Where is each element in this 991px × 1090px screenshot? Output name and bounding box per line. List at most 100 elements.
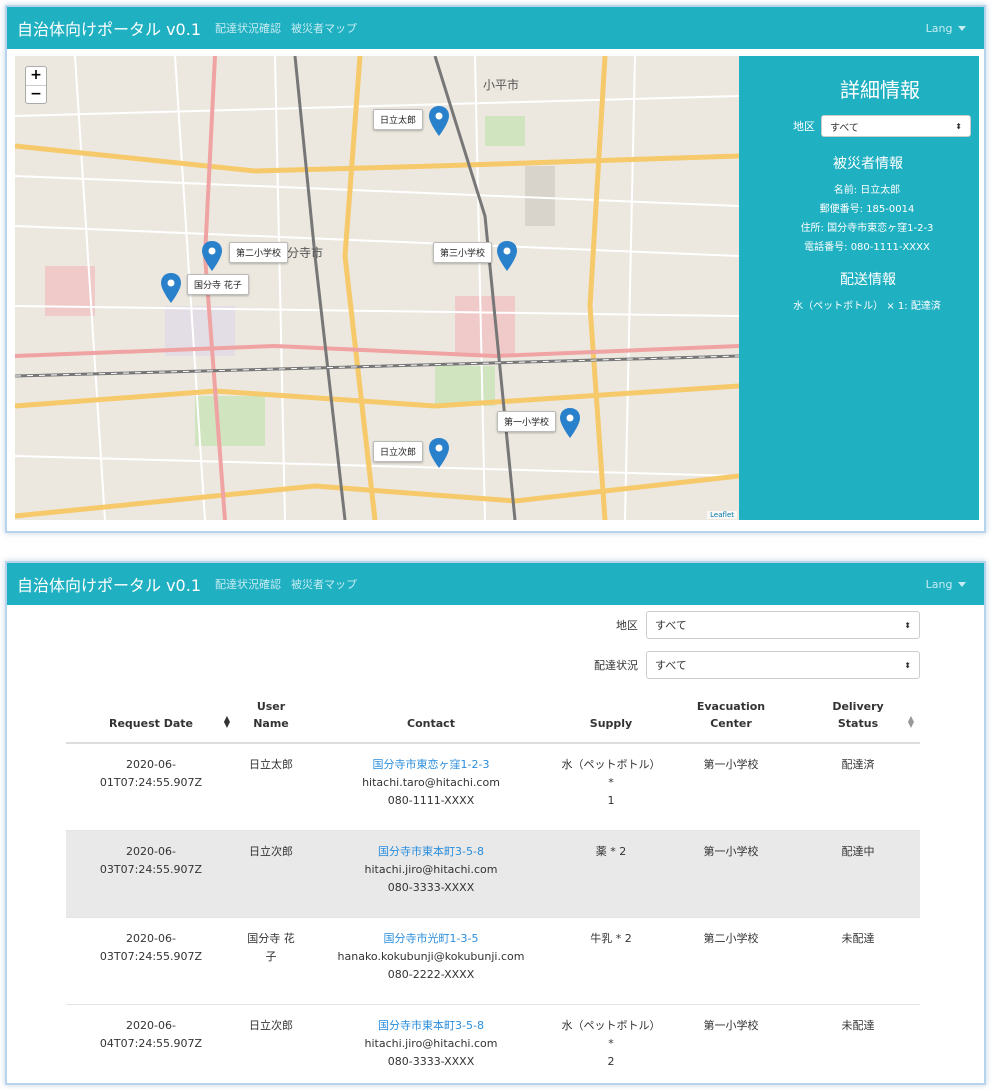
table-row[interactable]: 2020-06- 04T07:24:55.907Z 日立次郎 国分寺市東本町3-5… bbox=[66, 1003, 920, 1083]
cell-supply: 牛乳 * 2 bbox=[556, 916, 666, 1004]
victim-info-heading: 被災者情報 bbox=[833, 156, 903, 172]
sort-desc-icon[interactable]: ▲ ▼ bbox=[224, 715, 230, 729]
status-filter-select[interactable]: すべて ⬍ bbox=[646, 651, 920, 679]
col-request-date-label: Request Date bbox=[108, 717, 193, 730]
cell-supply: 水（ペットボトル） * 1 bbox=[556, 742, 666, 830]
email: hitachi.taro@hitachi.com bbox=[362, 776, 500, 789]
marker-label-jiro: 日立次郎 bbox=[373, 441, 424, 462]
cell-delivery-status: 配達済 bbox=[796, 742, 920, 830]
cell-evacuation-center: 第一小学校 bbox=[666, 829, 796, 917]
detail-district-row: 地区 すべて ⬍ bbox=[739, 115, 979, 137]
filter-panel: 地区 すべて ⬍ 配達状況 すべて ⬍ bbox=[594, 611, 920, 691]
supply-line-1: 牛乳 * 2 bbox=[590, 931, 632, 945]
cell-supply: 薬 * 2 bbox=[556, 829, 666, 917]
cell-request-date: 2020-06- 04T07:24:55.907Z bbox=[66, 1003, 236, 1083]
map-attribution-link[interactable]: Leaflet bbox=[707, 511, 737, 519]
detail-district-label: 地区 bbox=[793, 120, 815, 133]
nav-victim-map[interactable]: 被災者マップ bbox=[291, 576, 357, 592]
sort-icon[interactable]: ▲ ▼ bbox=[908, 715, 914, 729]
table-header-row: Request Date ▲ ▼ User Name Contact Supply… bbox=[66, 694, 920, 744]
user-name-part-2: 子 bbox=[265, 949, 277, 963]
map-pin-icon[interactable] bbox=[429, 438, 449, 468]
lang-label: Lang bbox=[925, 21, 953, 35]
lang-label: Lang bbox=[925, 577, 953, 591]
victim-phone: 電話番号: 080-1111-XXXX bbox=[804, 242, 930, 253]
victim-postal: 郵便番号: 185-0014 bbox=[819, 204, 915, 215]
col-delivery-status[interactable]: Delivery Status ▲ ▼ bbox=[796, 694, 920, 744]
address-link[interactable]: 国分寺市東本町3-5-8 bbox=[378, 1019, 484, 1032]
navbar: 自治体向けポータル v0.1 配達状況確認 被災者マップ Lang bbox=[7, 7, 984, 49]
district-filter-select[interactable]: すべて ⬍ bbox=[646, 611, 920, 639]
table-row[interactable]: 2020-06- 03T07:24:55.907Z 国分寺 花子 国分寺市光町1-… bbox=[66, 916, 920, 1004]
phone: 080-1111-XXXX bbox=[387, 794, 475, 807]
status-filter-label: 配達状況 bbox=[594, 659, 638, 672]
zoom-in-button[interactable]: + bbox=[26, 67, 46, 85]
map-pin-icon[interactable] bbox=[202, 241, 222, 271]
map-pin-icon[interactable] bbox=[161, 273, 181, 303]
address-link[interactable]: 国分寺市東本町3-5-8 bbox=[378, 845, 484, 858]
supply-line-2: 1 bbox=[607, 794, 615, 807]
cell-delivery-status: 未配達 bbox=[796, 1003, 920, 1083]
supply-line-2: 2 bbox=[607, 1054, 615, 1068]
table-row[interactable]: 2020-06- 03T07:24:55.907Z 日立次郎 国分寺市東本町3-5… bbox=[66, 829, 920, 917]
cell-request-date: 2020-06- 01T07:24:55.907Z bbox=[66, 742, 236, 830]
caret-down-icon bbox=[958, 26, 966, 31]
date-part-1: 2020-06- bbox=[126, 1018, 176, 1032]
col-request-date[interactable]: Request Date ▲ ▼ bbox=[66, 694, 236, 744]
supply-line-1: 水（ペットボトル） * bbox=[561, 758, 661, 789]
marker-label-school-1: 第一小学校 bbox=[497, 411, 557, 432]
district-filter-row: 地区 すべて ⬍ bbox=[594, 611, 920, 639]
select-arrows-icon: ⬍ bbox=[904, 620, 911, 630]
brand-title[interactable]: 自治体向けポータル v0.1 bbox=[17, 16, 201, 40]
col-user-name-label-2: Name bbox=[253, 717, 289, 730]
cell-delivery-status: 配達中 bbox=[796, 829, 920, 917]
map-pin-icon[interactable] bbox=[497, 241, 517, 271]
col-supply: Supply bbox=[556, 694, 666, 744]
navbar: 自治体向けポータル v0.1 配達状況確認 被災者マップ Lang bbox=[7, 563, 984, 605]
address-link[interactable]: 国分寺市東恋ヶ窪1-2-3 bbox=[373, 758, 490, 771]
select-arrows-icon: ⬍ bbox=[955, 121, 962, 131]
detail-district-value: すべて bbox=[830, 122, 859, 134]
district-filter-label: 地区 bbox=[616, 619, 638, 632]
col-user-name: User Name bbox=[236, 694, 306, 744]
victim-address: 住所: 国分寺市東恋ヶ窪1-2-3 bbox=[800, 223, 934, 234]
zoom-out-button[interactable]: − bbox=[26, 85, 46, 103]
cell-contact: 国分寺市光町1-3-5 hanako.kokubunji@kokubunji.co… bbox=[306, 916, 556, 1004]
detail-district-select[interactable]: すべて ⬍ bbox=[821, 115, 971, 137]
date-part-1: 2020-06- bbox=[126, 758, 176, 771]
delivery-table: Request Date ▲ ▼ User Name Contact Supply… bbox=[66, 694, 920, 1083]
brand-title[interactable]: 自治体向けポータル v0.1 bbox=[17, 572, 201, 596]
date-part-2: 04T07:24:55.907Z bbox=[99, 1036, 203, 1050]
col-evac-label-1: Evacuation bbox=[696, 700, 766, 713]
map-view[interactable]: + − 小平市 分寺市 日立太郎 第二小学校 国分寺 花子 第三小学校 第一小学… bbox=[15, 56, 739, 520]
col-status-label-1: Delivery bbox=[832, 700, 884, 713]
lang-dropdown[interactable]: Lang bbox=[926, 578, 966, 591]
cell-contact: 国分寺市東恋ヶ窪1-2-3 hitachi.taro@hitachi.com 080… bbox=[306, 742, 556, 830]
col-supply-label: Supply bbox=[589, 717, 633, 730]
date-part-1: 2020-06- bbox=[126, 844, 176, 858]
table-row[interactable]: 2020-06- 01T07:24:55.907Z 日立太郎 国分寺市東恋ヶ窪1-… bbox=[66, 742, 920, 830]
lang-dropdown[interactable]: Lang bbox=[926, 22, 966, 35]
victim-name: 名前: 日立太郎 bbox=[833, 185, 901, 196]
phone: 080-3333-XXXX bbox=[387, 880, 475, 894]
map-place-kodaira: 小平市 bbox=[483, 78, 520, 92]
supply-line-1: 薬 * 2 bbox=[595, 844, 627, 858]
nav-victim-map[interactable]: 被災者マップ bbox=[291, 20, 357, 36]
nav-delivery-status[interactable]: 配達状況確認 bbox=[215, 576, 281, 592]
address-link[interactable]: 国分寺市光町1-3-5 bbox=[384, 932, 479, 945]
map-pin-icon[interactable] bbox=[429, 106, 449, 136]
zoom-control: + − bbox=[25, 66, 47, 104]
cell-user-name: 日立次郎 bbox=[236, 1003, 306, 1083]
supply-line-1: 水（ペットボトル） * bbox=[561, 1018, 661, 1050]
col-user-name-label-1: User bbox=[256, 700, 286, 713]
cell-delivery-status: 未配達 bbox=[796, 916, 920, 1004]
nav-delivery-status[interactable]: 配達状況確認 bbox=[215, 20, 281, 36]
map-pin-icon[interactable] bbox=[560, 408, 580, 438]
status-filter-value: すべて bbox=[655, 659, 687, 672]
user-name: 日立次郎 bbox=[249, 844, 293, 858]
select-arrows-icon: ⬍ bbox=[904, 660, 911, 670]
col-contact-label: Contact bbox=[407, 717, 455, 730]
caret-down-icon bbox=[958, 582, 966, 587]
phone: 080-2222-XXXX bbox=[387, 967, 475, 981]
map-place-kokubunji: 分寺市 bbox=[287, 246, 324, 260]
